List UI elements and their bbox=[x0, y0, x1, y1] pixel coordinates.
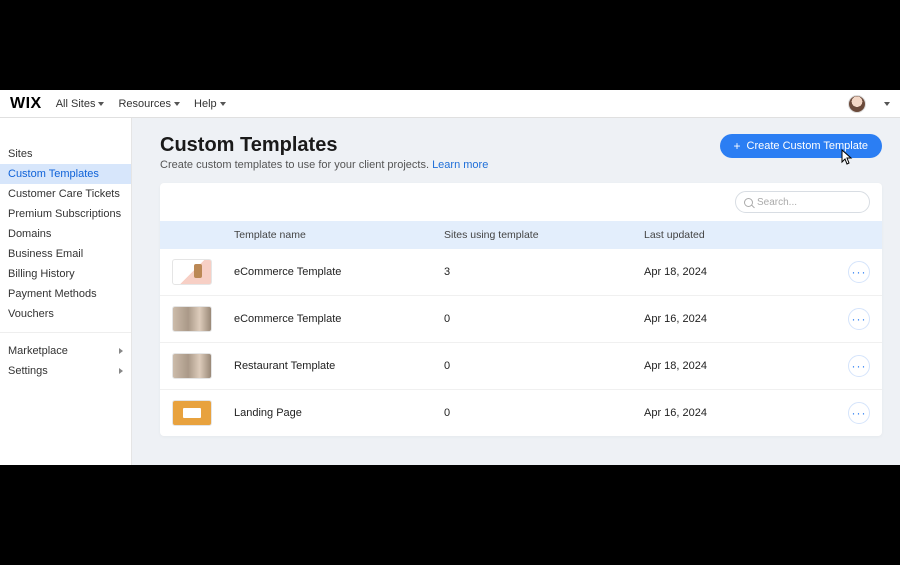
plus-icon: + bbox=[734, 140, 741, 152]
button-label: Create Custom Template bbox=[747, 140, 868, 152]
table-body: eCommerce Template3Apr 18, 2024···eComme… bbox=[160, 249, 882, 436]
col-header-name: Template name bbox=[234, 229, 444, 241]
template-thumbnail bbox=[172, 306, 212, 332]
sites-count: 0 bbox=[444, 313, 644, 325]
sidebar-item-label: Vouchers bbox=[8, 308, 54, 320]
sites-count: 0 bbox=[444, 360, 644, 372]
search-icon bbox=[744, 198, 753, 207]
table-row[interactable]: eCommerce Template0Apr 16, 2024 ··· bbox=[160, 296, 882, 343]
avatar[interactable] bbox=[848, 95, 866, 113]
sidebar-item-vouchers[interactable]: Vouchers bbox=[0, 304, 131, 324]
col-header-sites: Sites using template bbox=[444, 229, 644, 241]
sidebar-item-label: Settings bbox=[8, 365, 48, 377]
topbar-help[interactable]: Help bbox=[194, 98, 226, 110]
template-thumbnail bbox=[172, 259, 212, 285]
templates-panel: Search... Template name Sites using temp… bbox=[160, 183, 882, 436]
search-placeholder: Search... bbox=[757, 197, 797, 208]
sidebar-item-marketplace[interactable]: Marketplace bbox=[0, 341, 131, 361]
more-actions-button[interactable]: ··· bbox=[848, 308, 870, 330]
page-subtitle: Create custom templates to use for your … bbox=[160, 159, 488, 171]
table-row[interactable]: Landing Page0Apr 16, 2024 ··· bbox=[160, 390, 882, 436]
table-row[interactable]: eCommerce Template3Apr 18, 2024 ··· bbox=[160, 249, 882, 296]
col-header-updated: Last updated bbox=[644, 229, 830, 241]
sites-count: 3 bbox=[444, 266, 644, 278]
cursor-pointer-icon bbox=[838, 149, 854, 172]
more-actions-button[interactable]: ··· bbox=[848, 261, 870, 283]
create-template-button[interactable]: + Create Custom Template bbox=[720, 134, 882, 158]
topbar-item-label: Resources bbox=[118, 98, 171, 110]
page-title: Custom Templates bbox=[160, 134, 488, 157]
chevron-down-icon bbox=[220, 102, 226, 106]
content: Custom Templates Create custom templates… bbox=[132, 118, 900, 465]
topbar-item-label: All Sites bbox=[56, 98, 96, 110]
main-area: Sites Custom Templates Customer Care Tic… bbox=[0, 118, 900, 465]
sidebar-item-payment[interactable]: Payment Methods bbox=[0, 284, 131, 304]
sidebar-item-label: Marketplace bbox=[8, 345, 68, 357]
topbar: WIX All Sites Resources Help bbox=[0, 90, 900, 118]
sidebar-item-label: Customer Care Tickets bbox=[8, 188, 120, 200]
sidebar-item-premium[interactable]: Premium Subscriptions bbox=[0, 204, 131, 224]
template-thumbnail bbox=[172, 353, 212, 379]
logo: WIX bbox=[10, 95, 42, 113]
panel-toolbar: Search... bbox=[160, 183, 882, 221]
table-header: Template name Sites using template Last … bbox=[160, 221, 882, 249]
chevron-right-icon bbox=[119, 348, 123, 354]
sidebar-item-label: Business Email bbox=[8, 248, 83, 260]
template-name: eCommerce Template bbox=[234, 266, 444, 278]
divider bbox=[0, 332, 131, 333]
sidebar-item-custom-templates[interactable]: Custom Templates bbox=[0, 164, 131, 184]
sidebar-item-business-email[interactable]: Business Email bbox=[0, 244, 131, 264]
last-updated: Apr 18, 2024 bbox=[644, 360, 830, 372]
subtitle-text: Create custom templates to use for your … bbox=[160, 159, 432, 171]
sidebar-item-billing[interactable]: Billing History bbox=[0, 264, 131, 284]
last-updated: Apr 16, 2024 bbox=[644, 407, 830, 419]
sidebar-item-label: Domains bbox=[8, 228, 51, 240]
chevron-right-icon bbox=[119, 368, 123, 374]
sidebar-item-tickets[interactable]: Customer Care Tickets bbox=[0, 184, 131, 204]
sidebar-item-label: Payment Methods bbox=[8, 288, 97, 300]
topbar-all-sites[interactable]: All Sites bbox=[56, 98, 105, 110]
sidebar-item-label: Custom Templates bbox=[8, 168, 99, 180]
last-updated: Apr 16, 2024 bbox=[644, 313, 830, 325]
chevron-down-icon bbox=[884, 102, 890, 106]
chevron-down-icon bbox=[174, 102, 180, 106]
template-name: eCommerce Template bbox=[234, 313, 444, 325]
table-row[interactable]: Restaurant Template0Apr 18, 2024 ··· bbox=[160, 343, 882, 390]
chevron-down-icon bbox=[98, 102, 104, 106]
sidebar-item-label: Sites bbox=[8, 148, 32, 160]
template-thumbnail bbox=[172, 400, 212, 426]
topbar-item-label: Help bbox=[194, 98, 217, 110]
page-header: Custom Templates Create custom templates… bbox=[160, 134, 882, 171]
sidebar-item-label: Premium Subscriptions bbox=[8, 208, 121, 220]
sites-count: 0 bbox=[444, 407, 644, 419]
more-actions-button[interactable]: ··· bbox=[848, 402, 870, 424]
sidebar-item-label: Billing History bbox=[8, 268, 75, 280]
sidebar: Sites Custom Templates Customer Care Tic… bbox=[0, 118, 132, 465]
template-name: Restaurant Template bbox=[234, 360, 444, 372]
topbar-resources[interactable]: Resources bbox=[118, 98, 180, 110]
more-actions-button[interactable]: ··· bbox=[848, 355, 870, 377]
sidebar-item-settings[interactable]: Settings bbox=[0, 361, 131, 381]
template-name: Landing Page bbox=[234, 407, 444, 419]
app-window: WIX All Sites Resources Help Sites Custo… bbox=[0, 90, 900, 465]
sidebar-item-sites[interactable]: Sites bbox=[0, 144, 131, 164]
sidebar-item-domains[interactable]: Domains bbox=[0, 224, 131, 244]
learn-more-link[interactable]: Learn more bbox=[432, 159, 488, 171]
last-updated: Apr 18, 2024 bbox=[644, 266, 830, 278]
search-input[interactable]: Search... bbox=[735, 191, 870, 213]
